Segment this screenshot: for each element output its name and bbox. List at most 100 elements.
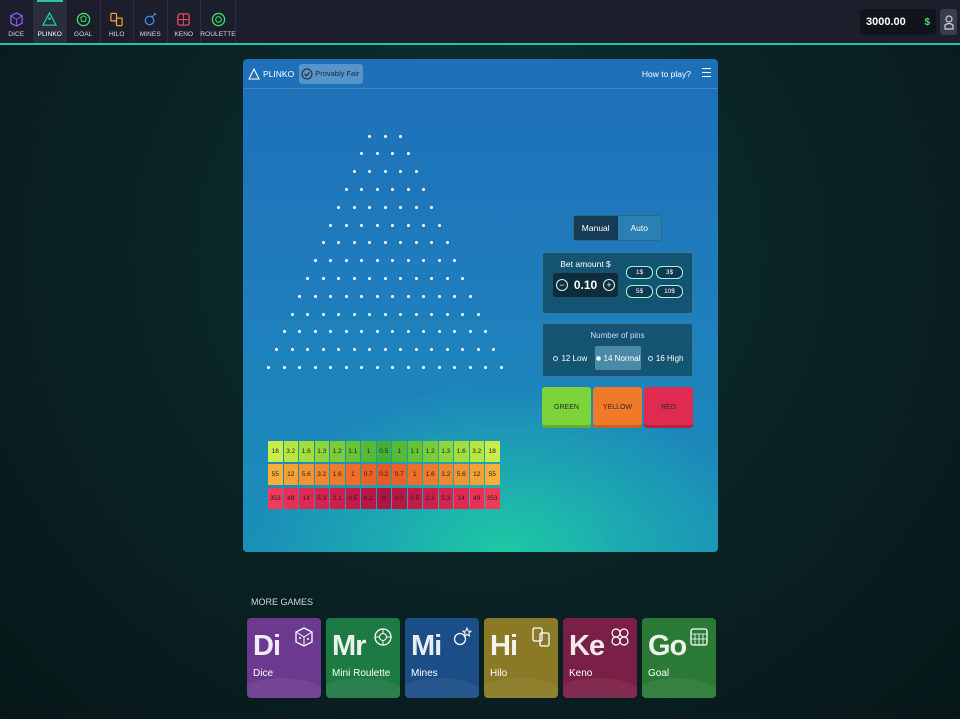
pin <box>391 152 395 156</box>
pin <box>445 312 449 316</box>
pin <box>352 241 356 245</box>
pin <box>399 312 402 316</box>
pin <box>329 294 333 298</box>
quick-bet-1[interactable]: 1$ <box>626 266 653 279</box>
game-card-mines[interactable]: Mi Mines <box>405 618 479 698</box>
nav-label: HILO <box>108 31 125 38</box>
multiplier-cell-red: 0 <box>376 488 391 509</box>
pins-label: Number of pins <box>590 331 645 340</box>
pin <box>437 294 441 298</box>
pin <box>406 365 410 369</box>
yellow-play-button[interactable]: YELLOW <box>593 387 642 428</box>
pin <box>461 348 464 352</box>
multiplier-cell-yellow: 0.7 <box>392 464 407 485</box>
game-card-hilo[interactable]: Hi Hilo <box>484 618 558 698</box>
pin <box>492 348 495 352</box>
nav-mines[interactable]: MINES <box>134 0 167 43</box>
pin <box>406 259 410 263</box>
multiplier-cell-red: 14 <box>299 488 314 509</box>
pin <box>329 223 333 227</box>
pin <box>321 348 325 352</box>
pin <box>383 348 387 352</box>
pin <box>290 348 294 352</box>
nav-hilo[interactable]: HILO <box>101 0 134 43</box>
pins-option-label: 12 Low <box>561 353 588 363</box>
pin <box>344 294 348 298</box>
pin <box>375 187 379 191</box>
mode-auto-tab[interactable]: Auto <box>617 216 661 240</box>
pin <box>391 187 395 191</box>
pin <box>445 276 449 280</box>
nav-dice[interactable]: DICE <box>0 0 33 43</box>
pin <box>313 259 317 263</box>
pin <box>383 134 387 138</box>
pin <box>368 348 371 352</box>
bet-amount-value[interactable]: 0.10 <box>574 278 597 292</box>
goal-icon <box>76 12 90 27</box>
game-card-keno[interactable]: Ke Keno <box>563 618 637 698</box>
game-abbr: Mi <box>411 630 442 662</box>
pin <box>344 365 348 369</box>
nav-label: ROULETTE <box>200 31 236 38</box>
pin <box>321 276 325 280</box>
more-games-list: Di Dice Mr Mini Roulette Mi Mines Hi Hil… <box>247 618 716 698</box>
pin <box>267 365 271 369</box>
game-abbr: Mr <box>332 630 366 662</box>
pin <box>282 330 286 334</box>
increase-bet-button[interactable]: + <box>602 279 615 291</box>
pin <box>352 170 356 174</box>
nav-goal[interactable]: GOAL <box>67 0 100 43</box>
pins-option-12-low[interactable]: 12 Low <box>547 346 594 370</box>
pin <box>476 348 480 352</box>
pin <box>321 312 325 316</box>
game-card-dice[interactable]: Di Dice <box>247 618 321 698</box>
bet-amount-box: Bet amount $ − 0.10 + 1$ 3$ 5$ 10$ <box>542 252 693 314</box>
multiplier-cell-green: 1.6 <box>299 441 314 462</box>
quick-bet-10[interactable]: 10$ <box>656 285 683 298</box>
red-play-button[interactable]: RED <box>644 387 693 428</box>
game-abbr: Hi <box>490 630 518 662</box>
pins-option-14-normal[interactable]: 14 Normal <box>594 346 642 370</box>
multiplier-cell-red: 5.3 <box>314 488 329 509</box>
decrease-bet-button[interactable]: − <box>556 279 568 291</box>
pin <box>391 330 395 334</box>
mode-manual-tab[interactable]: Manual <box>574 216 618 240</box>
pin <box>422 259 426 263</box>
nav-keno[interactable]: KENO <box>168 0 201 43</box>
quick-bet-5[interactable]: 5$ <box>626 285 653 298</box>
multiplier-cell-green: 1.3 <box>314 441 329 462</box>
nav-plinko[interactable]: PLINKO <box>33 0 66 43</box>
pin <box>298 330 302 334</box>
pin <box>445 348 449 352</box>
game-name: Dice <box>253 668 274 679</box>
pin <box>437 223 441 227</box>
game-name: Hilo <box>490 668 508 679</box>
game-card-mini-roulette[interactable]: Mr Mini Roulette <box>326 618 400 698</box>
radio-icon <box>647 355 653 361</box>
pin <box>406 294 410 298</box>
user-button[interactable] <box>940 9 957 35</box>
pin <box>298 294 302 298</box>
roulette-icon <box>374 628 392 646</box>
game-card-goal[interactable]: Go Goal <box>642 618 716 698</box>
green-play-button[interactable]: GREEN <box>542 387 591 428</box>
top-bar: DICE PLINKO GOAL HILO MINES KENO ROULETT… <box>0 0 960 45</box>
pin <box>461 312 464 316</box>
multiplier-cell-red: 49 <box>469 488 484 509</box>
multiplier-cell-yellow: 1.6 <box>423 464 438 485</box>
quick-bet-3[interactable]: 3$ <box>656 266 683 279</box>
nav-roulette[interactable]: ROULETTE <box>200 0 236 43</box>
pin <box>406 152 410 156</box>
pin <box>484 330 488 334</box>
keno-balls-icon <box>611 628 629 646</box>
pin <box>329 259 333 263</box>
pin <box>453 330 457 334</box>
pin <box>290 312 294 316</box>
multiplier-cell-green: 1.2 <box>330 441 345 462</box>
pin <box>468 330 472 334</box>
pins-option-16-high[interactable]: 16 High <box>642 346 689 370</box>
multiplier-cell-red: 49 <box>283 488 298 509</box>
pin <box>414 312 418 316</box>
multiplier-cell-red: 14 <box>454 488 469 509</box>
pin <box>368 134 371 138</box>
